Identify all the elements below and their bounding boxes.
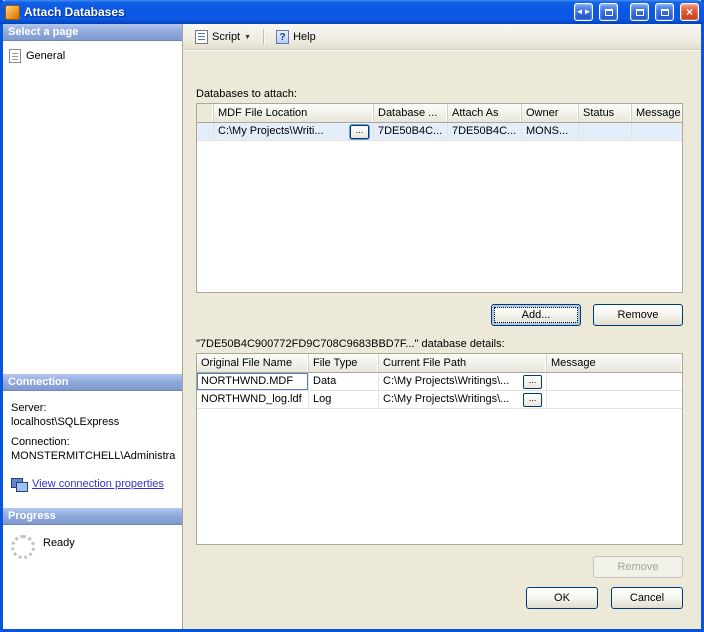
col-owner: Owner: [522, 104, 579, 122]
connection-info: Server: localhost\SQLExpress Connection:…: [3, 391, 182, 508]
minimize-button[interactable]: [630, 3, 649, 21]
browse-path-button[interactable]: ...: [523, 374, 542, 389]
script-icon: [195, 29, 208, 44]
file-type-cell: Data: [309, 373, 379, 390]
col-original-file-name: Original File Name: [197, 354, 309, 372]
server-value: localhost\SQLExpress: [11, 416, 120, 428]
details-table-row[interactable]: NORTHWND.MDF Data C:\My Projects\Writing…: [197, 373, 682, 391]
script-label: Script: [212, 30, 241, 43]
mdf-file-location-cell: C:\My Projects\Writi... ...: [214, 123, 374, 140]
databases-to-attach-grid: MDF File Location Database ... Attach As…: [196, 103, 683, 293]
col-mdf-file-location: MDF File Location: [214, 104, 374, 122]
add-button[interactable]: Add...: [491, 304, 581, 326]
col-message: Message: [547, 354, 682, 372]
float-window-button[interactable]: [599, 3, 618, 21]
browse-mdf-button[interactable]: ...: [350, 124, 369, 139]
main-body: Databases to attach: MDF File Location D…: [183, 50, 701, 578]
dialog-footer: OK Cancel: [183, 575, 701, 629]
database-details-label: "7DE50B4C900772FD9C708C9683BBD7F..." dat…: [196, 338, 505, 350]
message-cell: [547, 373, 682, 390]
progress-header: Progress: [3, 508, 182, 525]
main-panel: Script ▼ ? Help Databases to attach: MDF…: [183, 24, 701, 629]
connection-label: Connection:: [11, 436, 70, 448]
script-button[interactable]: Script ▼: [189, 27, 257, 47]
attach-databases-icon: [5, 4, 20, 20]
attach-databases-dialog: Attach Databases ◄► × Select a page Gene…: [0, 0, 704, 632]
help-label: Help: [293, 30, 316, 43]
row-header-cell: [197, 104, 214, 122]
owner-cell[interactable]: MONS...: [522, 123, 579, 140]
ok-button[interactable]: OK: [526, 587, 598, 609]
col-message: Message: [632, 104, 682, 122]
row-selector[interactable]: [197, 123, 214, 140]
attach-grid-header: MDF File Location Database ... Attach As…: [197, 104, 682, 123]
status-cell: [579, 123, 632, 140]
message-cell: [547, 391, 682, 408]
toolbar: Script ▼ ? Help: [183, 24, 701, 50]
sidebar: Select a page General Connection Server:…: [3, 24, 183, 629]
connection-value: MONSTERMITCHELL\Administra: [11, 450, 176, 462]
view-connection-properties-link[interactable]: View connection properties: [32, 477, 164, 491]
message-cell: [632, 123, 682, 140]
title-bar: Attach Databases ◄► ×: [0, 0, 704, 24]
sidebar-item-label: General: [26, 50, 66, 62]
attach-table-row[interactable]: C:\My Projects\Writi... ... 7DE50B4C... …: [197, 123, 682, 141]
progress-spinner-icon: [11, 535, 35, 559]
progress-status: Ready: [43, 537, 75, 549]
window-icon: [604, 8, 613, 16]
progress-info: Ready: [3, 525, 182, 629]
current-file-path-cell: C:\My Projects\Writings\... ...: [379, 391, 547, 408]
details-grid-header: Original File Name File Type Current Fil…: [197, 354, 682, 373]
database-cell: 7DE50B4C...: [374, 123, 448, 140]
details-table-row[interactable]: NORTHWND_log.ldf Log C:\My Projects\Writ…: [197, 391, 682, 409]
col-attach-as: Attach As: [448, 104, 522, 122]
connection-header: Connection: [3, 374, 182, 391]
attach-grid-empty-area: [197, 141, 682, 292]
browse-path-button[interactable]: ...: [523, 392, 542, 407]
toolbar-separator: [263, 28, 265, 45]
window-icon: [635, 8, 644, 16]
database-details-grid: Original File Name File Type Current Fil…: [196, 353, 683, 545]
cancel-button[interactable]: Cancel: [611, 587, 683, 609]
pages-list: General: [3, 41, 182, 374]
col-current-file-path: Current File Path: [379, 354, 547, 372]
details-grid-empty-area: [197, 409, 682, 544]
close-button[interactable]: ×: [680, 3, 699, 21]
window-icon: [660, 8, 669, 16]
current-file-path-cell: C:\My Projects\Writings\... ...: [379, 373, 547, 390]
col-status: Status: [579, 104, 632, 122]
dock-arrows-button[interactable]: ◄►: [574, 3, 593, 21]
sidebar-item-general[interactable]: General: [9, 49, 176, 63]
window-title: Attach Databases: [24, 5, 125, 19]
page-icon: [9, 49, 21, 63]
help-icon: ?: [276, 29, 290, 44]
maximize-button[interactable]: [655, 3, 674, 21]
connection-properties-icon: [11, 478, 28, 492]
select-a-page-header: Select a page: [3, 24, 182, 41]
server-label: Server:: [11, 402, 47, 414]
remove-button[interactable]: Remove: [593, 304, 683, 326]
attach-as-cell[interactable]: 7DE50B4C...: [448, 123, 522, 140]
databases-to-attach-label: Databases to attach:: [196, 88, 297, 100]
help-button[interactable]: ? Help: [270, 27, 322, 47]
original-file-name-cell: NORTHWND_log.ldf: [197, 391, 309, 408]
original-file-name-cell: NORTHWND.MDF: [197, 373, 309, 390]
file-type-cell: Log: [309, 391, 379, 408]
col-file-type: File Type: [309, 354, 379, 372]
col-database: Database ...: [374, 104, 448, 122]
chevron-down-icon: ▼: [244, 34, 252, 41]
